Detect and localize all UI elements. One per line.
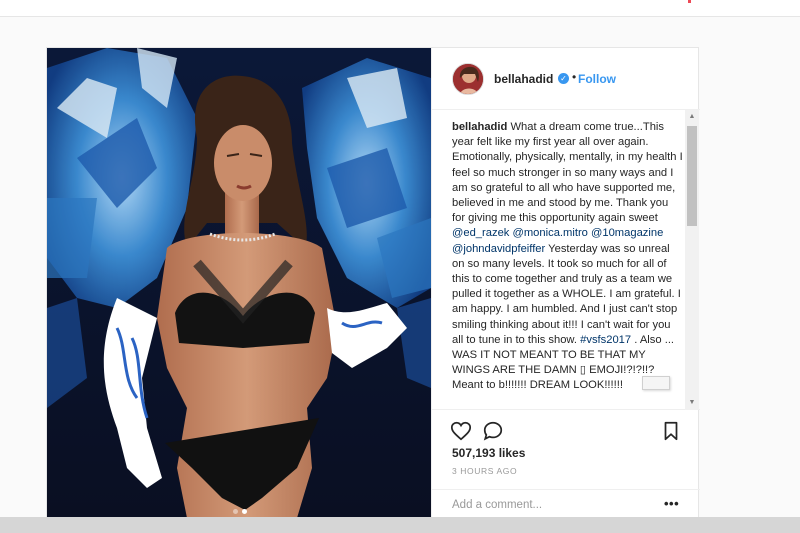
mention-link[interactable]: @10magazine [591,227,663,239]
top-navigation-bar [0,0,800,17]
caption-text: Yesterday was so unreal on so many level… [452,242,681,346]
scroll-up-arrow-icon[interactable]: ▲ [685,112,699,122]
verified-badge-icon: ✓ [558,73,569,84]
post-actions [432,410,700,446]
like-icon-graphic [450,421,472,441]
avatar[interactable] [452,63,484,95]
post-card: bellahadid ✓ • Follow bellahadid What a … [46,47,700,518]
more-options-icon[interactable]: ••• [664,496,679,511]
save-icon-graphic [664,421,678,441]
comments-area: bellahadid What a dream come true...This… [432,110,700,410]
comment-icon-graphic [483,421,503,441]
notification-indicator [688,0,691,3]
add-comment-bar: ••• [432,489,700,518]
caption-username-link[interactable]: bellahadid [452,121,507,133]
follow-button[interactable]: Follow [578,72,616,86]
bookmark-outline-icon[interactable] [660,420,682,442]
caption-text: What a dream come true...This year felt … [452,121,683,225]
scroll-down-arrow-icon[interactable]: ▼ [685,398,699,408]
photo-illustration [47,48,431,518]
heart-outline-icon[interactable] [450,420,472,442]
hover-tooltip [642,376,670,390]
username-link[interactable]: bellahadid [494,72,553,86]
hashtag-link[interactable]: #vsfs2017 [580,334,631,346]
comments-scrollbar[interactable]: ▲ ▼ [685,110,699,410]
bottom-bar [0,517,800,533]
avatar-image [453,64,483,94]
carousel-dot-active [242,509,247,514]
post-sidebar: bellahadid ✓ • Follow bellahadid What a … [431,48,700,518]
carousel-dot [233,509,238,514]
post-header: bellahadid ✓ • Follow [432,48,700,110]
mention-link[interactable]: @monica.mitro [513,227,588,239]
scrollbar-thumb[interactable] [687,126,697,226]
post-photo[interactable] [47,48,431,518]
post-timestamp[interactable]: 3 HOURS AGO [452,466,517,476]
carousel-indicator [233,509,247,514]
comment-input[interactable] [452,498,652,512]
header-separator: • [572,70,577,84]
mention-link[interactable]: @ed_razek [452,227,509,239]
speech-bubble-icon[interactable] [482,420,504,442]
likes-count[interactable]: 507,193 likes [452,446,525,460]
post-caption: bellahadid What a dream come true...This… [452,120,684,394]
mention-link[interactable]: @johndavidpfeiffer [452,243,545,255]
